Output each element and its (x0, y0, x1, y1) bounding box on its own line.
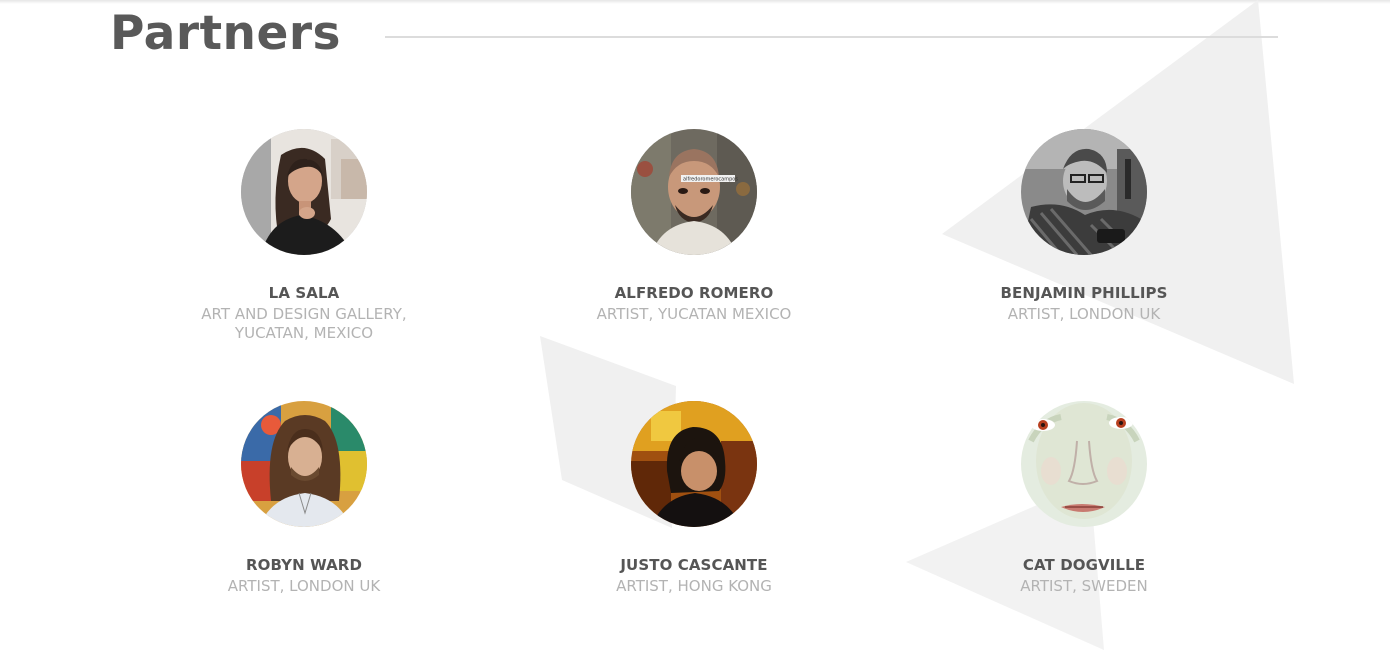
partner-card[interactable]: CAT DOGVILLE ARTIST, SWEDEN (919, 401, 1249, 596)
partner-avatar[interactable] (1021, 401, 1147, 527)
partner-name[interactable]: LA SALA (139, 285, 469, 301)
partner-card[interactable]: LA SALA ART AND DESIGN GALLERY, YUCATAN,… (139, 129, 469, 343)
partner-card[interactable]: ROBYN WARD ARTIST, LONDON UK (139, 401, 469, 596)
section-title: Partners (110, 6, 342, 61)
partner-name[interactable]: BENJAMIN PHILLIPS (919, 285, 1249, 301)
partner-name[interactable]: ROBYN WARD (139, 557, 469, 573)
partner-avatar[interactable]: alfredoromerocampos (631, 129, 757, 255)
photo-caption: alfredoromerocampos (683, 177, 738, 183)
partner-card[interactable]: alfredoromerocampos ALFREDO ROMERO ARTIS… (529, 129, 859, 324)
partner-name[interactable]: ALFREDO ROMERO (529, 285, 859, 301)
partner-role: ARTIST, LONDON UK (227, 577, 381, 595)
portrait-photo (241, 401, 367, 527)
partner-avatar[interactable] (1021, 129, 1147, 255)
portrait-photo (1021, 129, 1147, 255)
partner-card[interactable]: BENJAMIN PHILLIPS ARTIST, LONDON UK (919, 129, 1249, 324)
header-divider (385, 36, 1278, 38)
partner-card[interactable]: JUSTO CASCANTE ARTIST, HONG KONG (529, 401, 859, 596)
partner-role: ARTIST, YUCATAN MEXICO (596, 305, 792, 323)
partner-role: ARTIST, LONDON UK (1007, 305, 1161, 323)
partner-avatar[interactable] (631, 401, 757, 527)
painted-portrait (1021, 401, 1147, 527)
partner-avatar[interactable] (241, 129, 367, 255)
partner-role: ARTIST, SWEDEN (1020, 577, 1148, 595)
portrait-photo (241, 129, 367, 255)
partner-role: ART AND DESIGN GALLERY, YUCATAN, MEXICO (201, 305, 407, 342)
partner-name[interactable]: JUSTO CASCANTE (529, 557, 859, 573)
section-header: Partners (110, 4, 1280, 64)
portrait-photo (631, 401, 757, 527)
portrait-photo: alfredoromerocampos (631, 129, 757, 255)
partner-name[interactable]: CAT DOGVILLE (919, 557, 1249, 573)
partner-avatar[interactable] (241, 401, 367, 527)
partner-role: ARTIST, HONG KONG (616, 577, 772, 595)
